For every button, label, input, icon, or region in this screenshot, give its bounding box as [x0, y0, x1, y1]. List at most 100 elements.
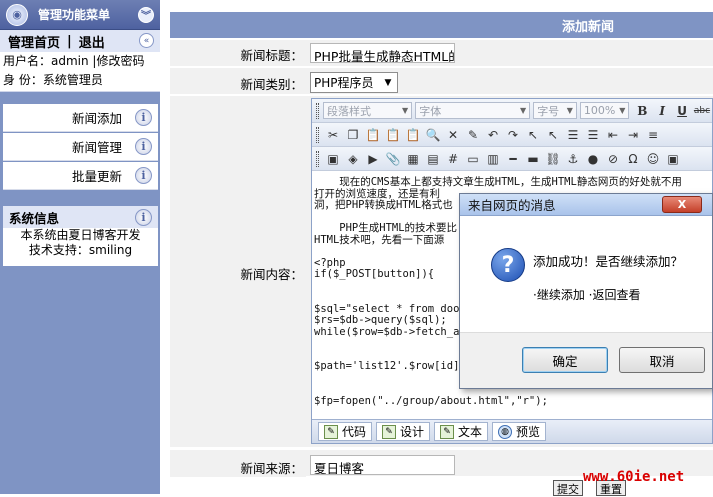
chevron-down-icon: ▼	[384, 77, 392, 88]
font-size-value: 字号	[537, 104, 560, 118]
sidebar-header: ◉ 管理功能菜单 ︾	[0, 0, 160, 30]
image-icon[interactable]: ▣	[325, 151, 341, 167]
indent-icon[interactable]: ⇥	[625, 127, 641, 143]
toolbar-grip[interactable]	[316, 150, 319, 167]
text-mode-button[interactable]: ✎ 文本	[434, 422, 489, 441]
collapse-left-icon[interactable]: «	[139, 33, 154, 48]
emoticon-icon[interactable]: ☺	[645, 151, 661, 167]
page-title: 添加新闻	[170, 12, 713, 38]
logout-link[interactable]: 退出	[79, 32, 105, 51]
anchor-icon[interactable]: ⚓	[565, 151, 581, 167]
dialog-message: 添加成功！是否继续添加？	[533, 254, 684, 269]
layer-icon[interactable]: ▥	[485, 151, 501, 167]
system-info-line: 本系统由夏日博客开发	[20, 228, 141, 242]
select-icon[interactable]: ↖	[525, 127, 541, 143]
sidebar-item-manage-news[interactable]: 新闻管理 i	[3, 133, 158, 161]
paste-text-icon[interactable]: 📋	[385, 127, 401, 143]
chevron-down-icon: ▼	[520, 106, 527, 115]
delete-icon[interactable]: ✕	[445, 127, 461, 143]
chevron-down-icon[interactable]: ︾	[138, 6, 154, 23]
font-dropdown[interactable]: 字体 ▼	[415, 102, 531, 119]
paragraph-style-dropdown[interactable]: 段落样式 ▼	[322, 102, 413, 119]
code-mode-button[interactable]: ✎ 代码	[318, 422, 373, 441]
attachment-icon[interactable]: 📎	[385, 151, 401, 167]
sidebar-item-add-news[interactable]: 新闻添加 i	[3, 104, 158, 132]
ordered-list-icon[interactable]: ☰	[565, 127, 581, 143]
paste-word-icon[interactable]: 📋	[405, 127, 421, 143]
sidebar-item-label: 批量更新	[71, 169, 122, 184]
title-label: 新闻标题：	[170, 45, 306, 64]
link-icon[interactable]: ⛓	[545, 151, 561, 167]
table-icon[interactable]: ▦	[405, 151, 421, 167]
special-char-icon[interactable]: Ω	[625, 151, 641, 167]
map-icon[interactable]: ●	[585, 151, 601, 167]
bold-icon[interactable]: B	[634, 103, 650, 119]
mode-label: 预览	[516, 425, 541, 439]
content-label: 新闻内容：	[170, 264, 306, 283]
italic-icon[interactable]: I	[654, 103, 670, 119]
system-info-panel: 系统信息 i 本系统由夏日博客开发 技术支持：smiling	[3, 206, 158, 266]
watermark: www.60ie.net	[583, 469, 685, 485]
username-line[interactable]: 用户名：admin |修改密码	[0, 52, 160, 71]
design-icon: ✎	[382, 424, 397, 439]
unordered-list-icon[interactable]: ☰	[585, 127, 601, 143]
system-info-support: 技术支持：smiling	[28, 243, 133, 257]
find-icon[interactable]: 🔍	[425, 127, 441, 143]
category-select-value: PHP程序员	[314, 76, 374, 90]
ok-button[interactable]: 确定	[522, 347, 608, 373]
font-size-dropdown[interactable]: 字号 ▼	[533, 102, 577, 119]
underline-icon[interactable]: U	[674, 103, 690, 119]
source-label: 新闻来源：	[170, 458, 306, 477]
user-panel: 管理首页 | 退出 « 用户名：admin |修改密码 身 份：系统管理员	[0, 30, 160, 92]
sidebar-item-label: 新闻添加	[71, 111, 122, 126]
toolbar-grip[interactable]	[316, 102, 319, 119]
unlink-icon[interactable]: ⊘	[605, 151, 621, 167]
dialog-options: ·继续添加 ·返回查看	[533, 288, 641, 302]
question-icon: ?	[491, 248, 525, 282]
editor-content-line: 现在的CMS基本上都支持文章生成HTML，生成HTML静态网页的好处就不用	[314, 176, 682, 188]
copy-icon[interactable]: ❐	[345, 127, 361, 143]
clean-format-icon[interactable]: ✎	[465, 127, 481, 143]
dialog-close-button[interactable]: X	[662, 196, 702, 213]
align-icon[interactable]: ≡	[645, 127, 661, 143]
more-icon[interactable]: ▣	[665, 151, 681, 167]
horizontal-rule-icon[interactable]: ━	[505, 151, 521, 167]
zoom-dropdown[interactable]: 100% ▼	[579, 102, 630, 119]
strikethrough-icon[interactable]: abc	[694, 103, 710, 119]
source-input[interactable]: 夏日博客	[310, 455, 455, 475]
editor-toolbar-1: 段落样式 ▼ 字体 ▼ 字号 ▼ 100% ▼ B I U abc	[312, 99, 712, 123]
paste-icon[interactable]: 📋	[365, 127, 381, 143]
absolute-position-icon[interactable]: ↖	[545, 127, 561, 143]
home-link[interactable]: 管理首页	[8, 32, 60, 51]
outdent-icon[interactable]: ⇤	[605, 127, 621, 143]
link-separator: |	[67, 33, 72, 49]
undo-icon[interactable]: ↶	[485, 127, 501, 143]
paragraph-style-value: 段落样式	[326, 104, 371, 118]
text-icon: ✎	[440, 424, 455, 439]
system-info-header: 系统信息 i	[3, 206, 158, 228]
preview-mode-button[interactable]: ◍ 预览	[492, 422, 547, 441]
sidebar: ◉ 管理功能菜单 ︾ 管理首页 | 退出 « 用户名：admin |修改密码 身…	[0, 0, 160, 494]
category-select[interactable]: PHP程序员 ▼	[310, 72, 398, 93]
chevron-down-icon: ▼	[402, 106, 409, 115]
media-icon[interactable]: ▶	[365, 151, 381, 167]
frame-icon[interactable]: ▭	[465, 151, 481, 167]
redo-icon[interactable]: ↷	[505, 127, 521, 143]
info-icon: i	[135, 209, 152, 226]
code-icon: ✎	[324, 424, 338, 439]
user-links: 管理首页 | 退出	[0, 30, 160, 52]
title-input[interactable]: PHP批量生成静态HTML的	[310, 43, 455, 63]
chevron-down-icon: ▼	[566, 106, 573, 115]
cancel-button[interactable]: 取消	[619, 347, 705, 373]
sidebar-item-batch-update[interactable]: 批量更新 i	[3, 162, 158, 190]
cut-icon[interactable]: ✂	[325, 127, 341, 143]
identity-line: 身 份：系统管理员	[3, 73, 103, 87]
flash-icon[interactable]: ◈	[345, 151, 361, 167]
table-props-icon[interactable]: ▤	[425, 151, 441, 167]
grid-icon[interactable]: #	[445, 151, 461, 167]
toolbar-grip[interactable]	[316, 126, 319, 143]
design-mode-button[interactable]: ✎ 设计	[376, 422, 431, 441]
chevron-down-icon: ▼	[619, 106, 626, 115]
info-icon: i	[135, 109, 152, 126]
marquee-icon[interactable]: ▬	[525, 151, 541, 167]
